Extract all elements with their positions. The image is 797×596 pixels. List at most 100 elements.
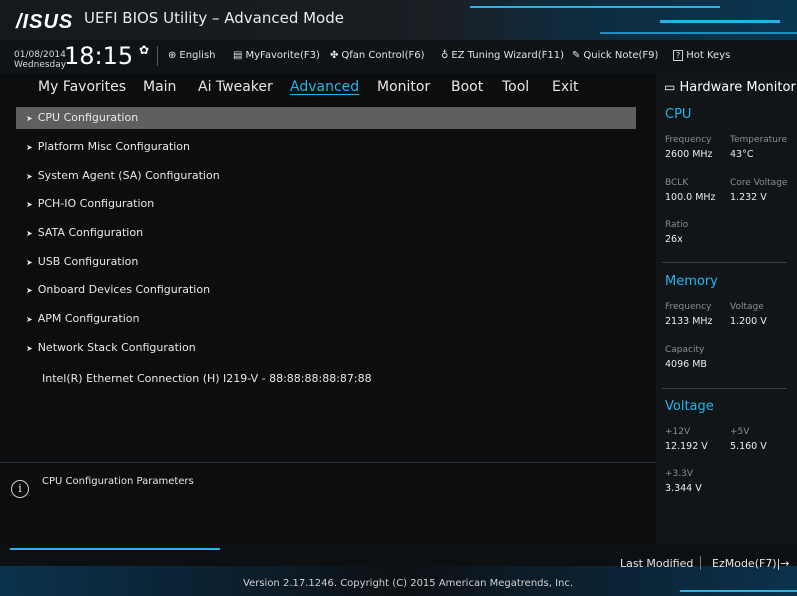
divider <box>700 556 701 570</box>
qfan-label: Qfan Control(F6) <box>341 50 425 61</box>
memory-frequency-value: 2133 MHz <box>665 316 713 327</box>
chevron-right-icon: ➤ <box>26 200 33 209</box>
voltage-heading: Voltage <box>665 399 714 414</box>
memory-frequency-label: Frequency <box>665 302 712 312</box>
v5-value: 5.160 V <box>730 441 767 452</box>
decor-line <box>600 32 797 34</box>
chevron-right-icon: ➤ <box>26 286 33 295</box>
qfan-control-button[interactable]: ✤ Qfan Control(F6) <box>330 50 425 61</box>
app-title: UEFI BIOS Utility – Advanced Mode <box>84 9 344 27</box>
memory-voltage-label: Voltage <box>730 302 764 312</box>
ratio-value: 26x <box>665 234 683 245</box>
ratio-label: Ratio <box>665 220 689 230</box>
decor-line <box>660 20 780 23</box>
copyright-text: Version 2.17.1246. Copyright (C) 2015 Am… <box>243 578 574 589</box>
tab-monitor[interactable]: Monitor <box>377 79 430 95</box>
decor-line <box>470 6 720 8</box>
menu-item-label: System Agent (SA) Configuration <box>37 169 220 182</box>
cpu-frequency-value: 2600 MHz <box>665 149 713 160</box>
tab-advanced[interactable]: Advanced <box>290 79 359 95</box>
menu-item-label: Platform Misc Configuration <box>37 140 191 153</box>
menu-item-label: Network Stack Configuration <box>37 341 196 354</box>
bulb-icon: ♁ <box>441 50 449 61</box>
tab-boot[interactable]: Boot <box>451 79 483 95</box>
menu-item-usb[interactable]: ➤ USB Configuration <box>16 251 636 273</box>
chevron-right-icon: ➤ <box>26 229 33 238</box>
quick-note-button[interactable]: ✎ Quick Note(F9) <box>572 50 658 61</box>
ez-tuning-wizard-button[interactable]: ♁ EZ Tuning Wizard(F11) <box>441 50 564 61</box>
gear-icon[interactable]: ✿ <box>139 43 149 57</box>
language-label: English <box>179 50 216 61</box>
chevron-right-icon: ➤ <box>26 344 33 353</box>
memory-voltage-value: 1.200 V <box>730 316 767 327</box>
v33-label: +3.3V <box>665 469 694 479</box>
chevron-right-icon: ➤ <box>26 315 33 324</box>
tab-tool[interactable]: Tool <box>502 79 529 95</box>
question-icon: ? <box>673 50 684 61</box>
divider <box>662 262 787 263</box>
chevron-right-icon: ➤ <box>26 143 33 152</box>
monitor-icon: ▭ <box>664 80 676 94</box>
menu-item-onboard-devices[interactable]: ➤ Onboard Devices Configuration <box>16 279 636 301</box>
info-icon: i <box>11 480 29 498</box>
clock-time: 18:15 <box>64 42 134 70</box>
decor-line <box>10 548 220 550</box>
cpu-frequency-label: Frequency <box>665 135 712 145</box>
menu-item-label: PCH-IO Configuration <box>37 197 155 210</box>
quick-note-label: Quick Note(F9) <box>583 50 659 61</box>
bclk-value: 100.0 MHz <box>665 192 716 203</box>
bclk-label: BCLK <box>665 178 689 188</box>
asus-logo: /ISUS <box>16 11 74 33</box>
hardware-monitor-title: ▭ Hardware Monitor <box>664 80 796 95</box>
memory-capacity-value: 4096 MB <box>665 359 707 370</box>
tab-my-favorites[interactable]: My Favorites <box>38 79 126 95</box>
menu-item-platform-misc[interactable]: ➤ Platform Misc Configuration <box>16 136 636 158</box>
myfavorite-button[interactable]: ▤ MyFavorite(F3) <box>233 50 320 61</box>
cpu-temperature-value: 43°C <box>730 149 754 160</box>
tab-main[interactable]: Main <box>143 79 176 95</box>
menu-item-pch-io[interactable]: ➤ PCH-IO Configuration <box>16 193 636 215</box>
hardware-monitor-label: Hardware Monitor <box>679 80 796 95</box>
menu-item-network-stack[interactable]: ➤ Network Stack Configuration <box>16 337 636 359</box>
menu-item-label: USB Configuration <box>37 255 139 268</box>
menu-item-system-agent[interactable]: ➤ System Agent (SA) Configuration <box>16 165 636 187</box>
chevron-right-icon: ➤ <box>26 114 33 123</box>
memory-heading: Memory <box>665 274 718 289</box>
language-selector[interactable]: ⊕ English <box>168 50 216 61</box>
favorite-icon: ▤ <box>233 50 243 61</box>
core-voltage-label: Core Voltage <box>730 178 788 188</box>
weekday-text: Wednesday <box>14 60 67 70</box>
menu-item-cpu-configuration[interactable]: ➤ CPU Configuration <box>16 107 636 129</box>
ezmode-button[interactable]: EzMode(F7)|→ <box>712 557 790 570</box>
chevron-right-icon: ➤ <box>26 172 33 181</box>
decor-line <box>680 590 797 592</box>
ethernet-info: Intel(R) Ethernet Connection (H) I219-V … <box>42 372 372 385</box>
v33-value: 3.344 V <box>665 483 702 494</box>
menu-item-sata[interactable]: ➤ SATA Configuration <box>16 222 636 244</box>
ez-tuning-label: EZ Tuning Wizard(F11) <box>451 50 564 61</box>
menu-item-label: SATA Configuration <box>37 226 144 239</box>
menu-item-label: Onboard Devices Configuration <box>37 283 211 296</box>
menu-item-label: APM Configuration <box>37 312 140 325</box>
hot-keys-label: Hot Keys <box>686 50 731 61</box>
help-text: CPU Configuration Parameters <box>42 476 194 487</box>
v12-value: 12.192 V <box>665 441 708 452</box>
memory-capacity-label: Capacity <box>665 345 705 355</box>
last-modified-button[interactable]: Last Modified <box>620 557 693 570</box>
tab-ai-tweaker[interactable]: Ai Tweaker <box>198 79 273 95</box>
chevron-right-icon: ➤ <box>26 258 33 267</box>
fan-icon: ✤ <box>330 50 339 61</box>
tab-exit[interactable]: Exit <box>552 79 579 95</box>
note-icon: ✎ <box>572 50 581 61</box>
globe-icon: ⊕ <box>168 50 177 61</box>
core-voltage-value: 1.232 V <box>730 192 767 203</box>
cpu-heading: CPU <box>665 107 692 122</box>
divider <box>0 462 656 463</box>
divider <box>662 388 787 389</box>
menu-item-apm[interactable]: ➤ APM Configuration <box>16 308 636 330</box>
divider <box>157 46 158 66</box>
hot-keys-button[interactable]: ? Hot Keys <box>673 50 730 61</box>
v5-label: +5V <box>730 427 750 437</box>
myfavorite-label: MyFavorite(F3) <box>245 50 320 61</box>
menu-item-label: CPU Configuration <box>37 111 139 124</box>
